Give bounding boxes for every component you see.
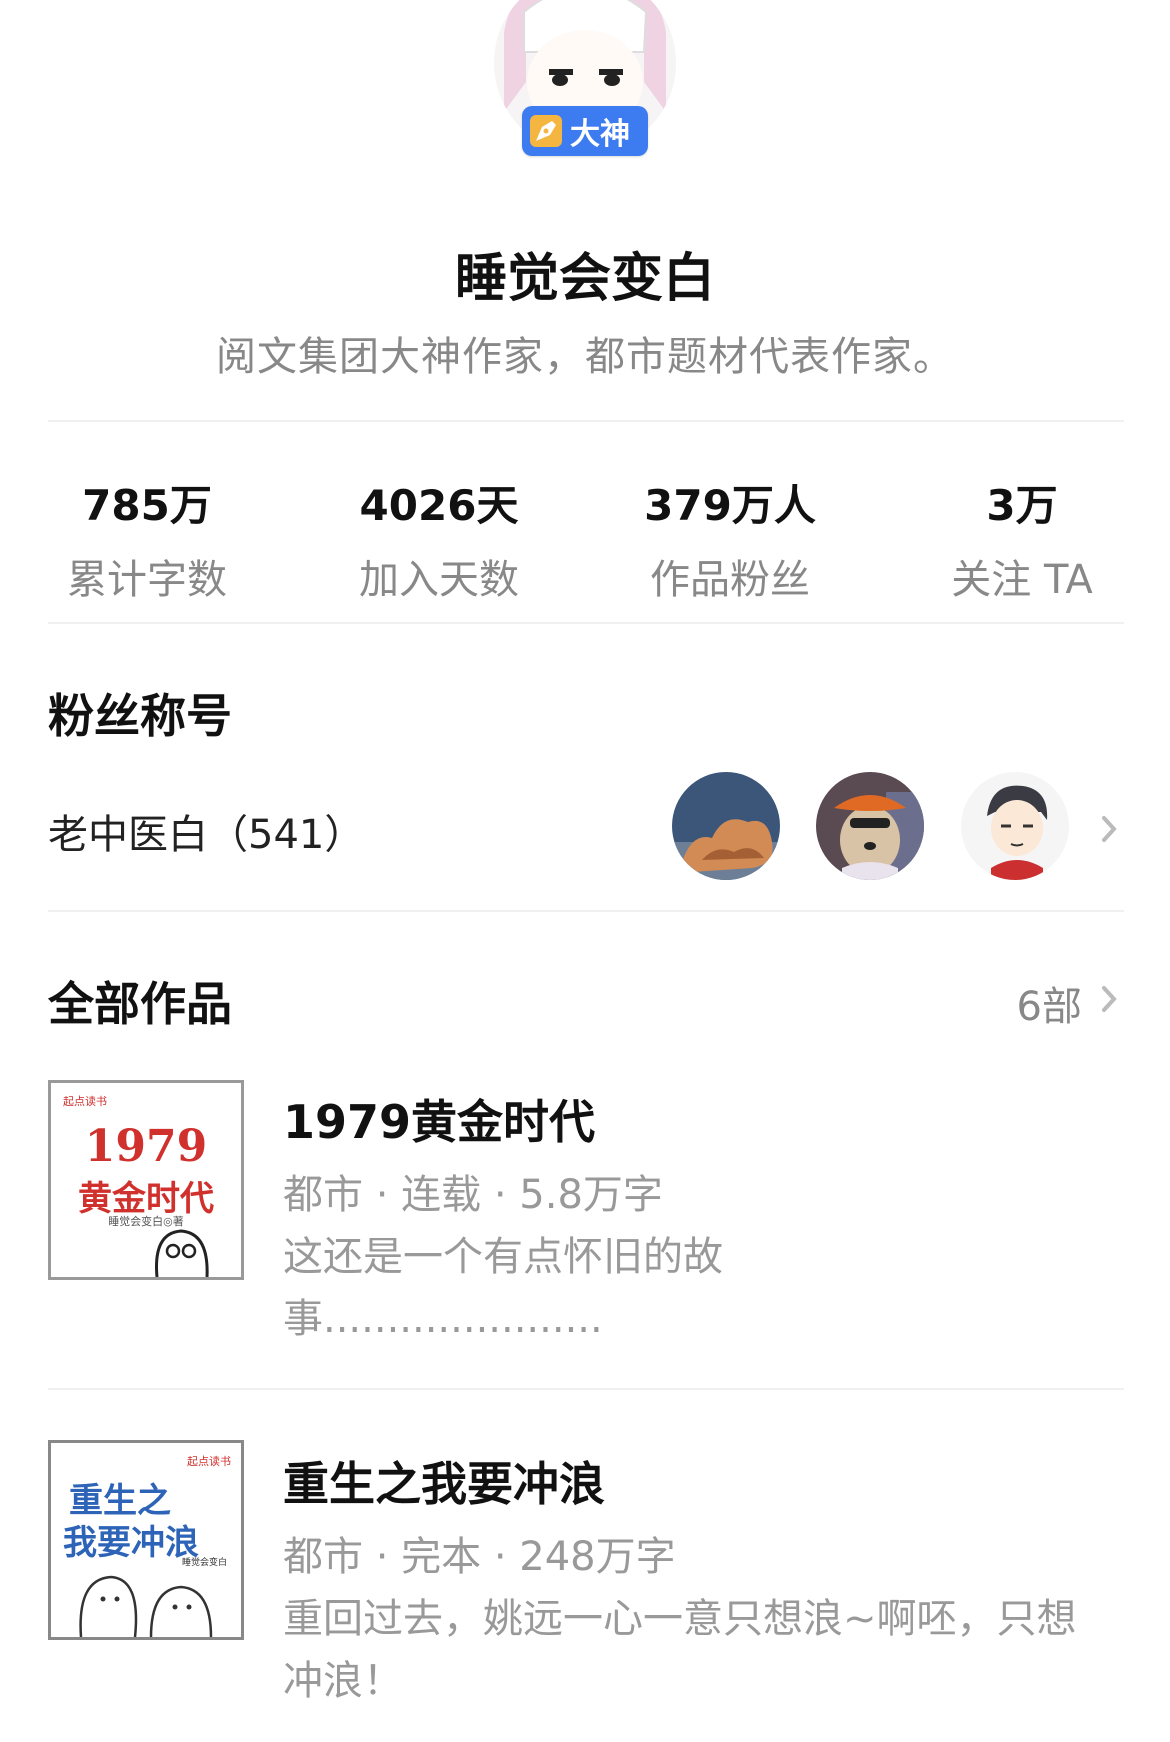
stat-value: 3万 xyxy=(986,481,1058,530)
book-desc-2-line2: 冲浪！ xyxy=(283,1658,403,1704)
stat-label: 加入天数 xyxy=(359,557,519,603)
stat-total-words: 785万 累计字数 xyxy=(22,472,272,605)
stat-value: 4026天 xyxy=(359,481,519,530)
divider xyxy=(48,910,1124,912)
stat-fans: 379万人 作品粉丝 xyxy=(605,472,855,605)
cover-title-bottom: 我要冲浪 xyxy=(63,1523,199,1563)
works-count[interactable]: 6部 xyxy=(1017,974,1082,1032)
all-works-heading: 全部作品 xyxy=(48,977,232,1031)
badge-label: 大神 xyxy=(570,117,630,152)
cloud-image xyxy=(672,772,780,880)
stat-join-days: 4026天 加入天数 xyxy=(314,472,564,605)
chevron-right-icon[interactable] xyxy=(1096,982,1122,1016)
cover-brand: 起点读书 xyxy=(63,1095,107,1108)
pen-nib-icon xyxy=(530,115,562,147)
stat-follow[interactable]: 3万 关注 TA xyxy=(897,472,1147,605)
book-title-2[interactable]: 重生之我要冲浪 xyxy=(283,1448,605,1514)
stat-value: 785万 xyxy=(82,481,212,530)
fan-title-heading: 粉丝称号 xyxy=(48,689,232,743)
divider xyxy=(48,622,1124,624)
fan-avatar-1[interactable] xyxy=(672,772,780,880)
stat-label: 关注 TA xyxy=(951,557,1093,603)
great-god-badge: 大神 xyxy=(522,106,648,156)
fan-title-value[interactable]: 老中医白（541） xyxy=(48,802,364,860)
divider xyxy=(48,1388,1124,1390)
book-cover-2[interactable]: 起点读书 重生之 我要冲浪 睡觉会变白 xyxy=(48,1440,244,1640)
book-desc-1-line1: 这还是一个有点怀旧的故 xyxy=(283,1234,723,1280)
book-desc-2-line1: 重回过去，姚远一心一意只想浪~啊呸，只想 xyxy=(283,1596,1077,1642)
book-meta-1: 都市 · 连载 · 5.8万字 xyxy=(283,1172,663,1218)
book-title-1[interactable]: 1979黄金时代 xyxy=(283,1086,595,1152)
stat-label: 累计字数 xyxy=(67,557,227,603)
chevron-right-icon[interactable] xyxy=(1096,812,1122,846)
stat-value: 379万人 xyxy=(644,481,816,530)
ghosts-doodle-icon xyxy=(79,1575,213,1637)
author-bio: 阅文集团大神作家，都市题材代表作家。 xyxy=(216,334,954,380)
stat-label: 作品粉丝 xyxy=(650,557,810,603)
author-name: 睡觉会变白 xyxy=(454,249,715,309)
divider xyxy=(48,420,1124,422)
cover-brand: 起点读书 xyxy=(187,1455,231,1468)
fan-avatar-2[interactable] xyxy=(816,772,924,880)
book-desc-1-line2: 事...................... xyxy=(283,1296,603,1342)
cover-title-top: 1979 xyxy=(84,1121,208,1172)
anime-boy-image xyxy=(961,772,1069,880)
book-cover-1[interactable]: 起点读书 1979 黄金时代 睡觉会变白◎著 xyxy=(48,1080,244,1280)
fan-avatar-3[interactable] xyxy=(961,772,1069,880)
dog-with-hat-image xyxy=(816,772,924,880)
ghost-doodle-icon xyxy=(155,1229,209,1277)
book-meta-2: 都市 · 完本 · 248万字 xyxy=(283,1534,676,1580)
